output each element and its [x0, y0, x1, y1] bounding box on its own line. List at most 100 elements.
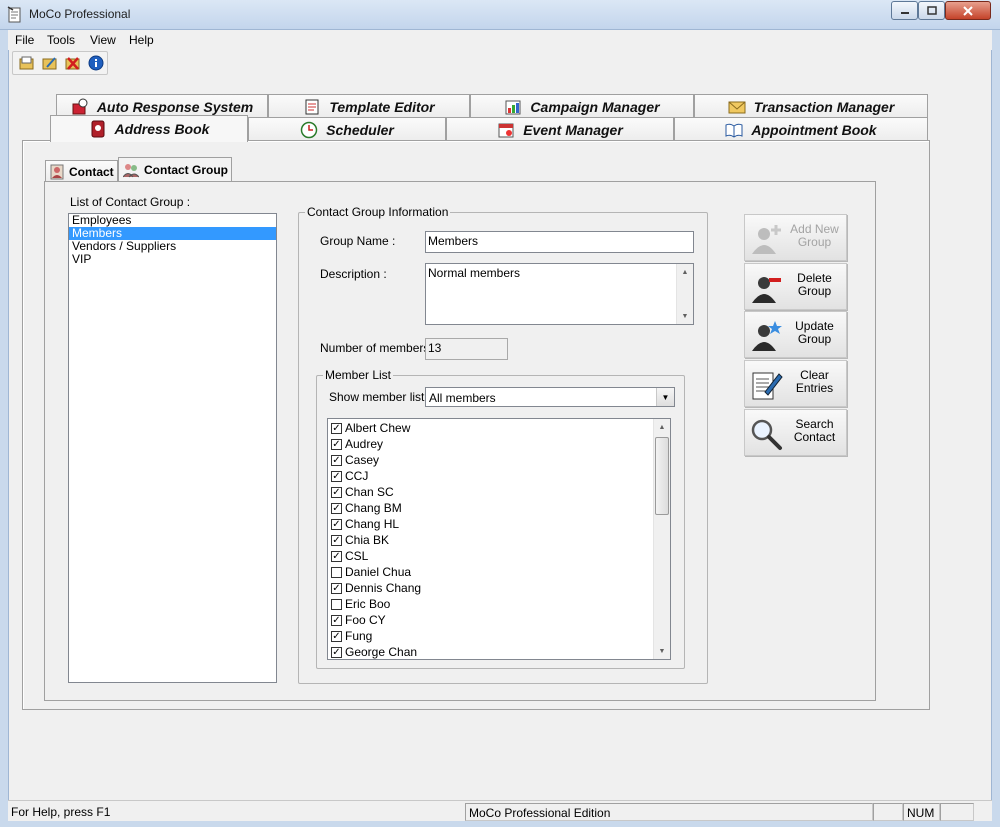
search-contact-button[interactable]: Search Contact: [744, 409, 847, 456]
member-item[interactable]: ✓ Chang HL: [331, 516, 399, 532]
tab-address-book[interactable]: Address Book: [50, 115, 248, 142]
member-checklist[interactable]: ✓ Albert Chew ✓ Audrey ✓ Casey ✓ CCJ ✓ Chan SC ✓ Ch…: [327, 418, 671, 660]
tab-campaign-manager[interactable]: Campaign Manager: [470, 94, 694, 118]
member-item[interactable]: ✓ Casey: [331, 452, 379, 468]
member-item[interactable]: ✓ Audrey: [331, 436, 383, 452]
tab-label: Appointment Book: [751, 121, 877, 138]
checked-checkbox[interactable]: ✓: [331, 630, 342, 642]
checked-checkbox[interactable]: ✓: [331, 454, 342, 466]
group-name-label: Group Name :: [320, 234, 396, 248]
group-list-label: List of Contact Group :: [70, 195, 191, 209]
add-group-line2: Group: [797, 235, 832, 249]
chevron-down-icon[interactable]: ▼: [656, 388, 674, 406]
member-item[interactable]: ✓ Chan SC: [331, 484, 394, 500]
menu-file[interactable]: File: [15, 33, 34, 47]
close-button[interactable]: [945, 1, 991, 20]
checked-checkbox[interactable]: ✓: [331, 502, 342, 514]
member-item[interactable]: ✓ CCJ: [331, 468, 368, 484]
scroll-up-icon[interactable]: ▲: [677, 264, 693, 280]
edit-icon[interactable]: [41, 55, 59, 71]
scroll-up-icon[interactable]: ▲: [654, 419, 670, 435]
checked-checkbox[interactable]: ✓: [331, 486, 342, 498]
add-group-button[interactable]: Add New Group: [744, 214, 847, 261]
checked-checkbox[interactable]: ✓: [331, 470, 342, 482]
contact-icon: [50, 164, 64, 179]
status-pane-empty: [873, 803, 903, 821]
member-item[interactable]: ✓ Chia BK: [331, 532, 389, 548]
member-name: Chang BM: [345, 501, 402, 515]
clear-entries-button[interactable]: Clear Entries: [744, 360, 847, 407]
description-text: Normal members: [428, 266, 521, 280]
tab-template-editor[interactable]: Template Editor: [268, 94, 470, 118]
member-name: Daniel Chua: [345, 565, 412, 579]
delete-icon[interactable]: [64, 55, 82, 71]
delete-group-button[interactable]: Delete Group: [744, 263, 847, 310]
menu-bar: File Tools View Help: [8, 30, 992, 50]
member-item[interactable]: Eric Boo: [331, 596, 390, 612]
member-name: CCJ: [345, 469, 369, 483]
envelope-icon: [728, 101, 746, 113]
status-pane-empty: [940, 803, 974, 821]
show-member-label: Show member list :: [329, 390, 432, 404]
member-item[interactable]: ✓ Albert Chew: [331, 420, 410, 436]
tab-transaction-manager[interactable]: Transaction Manager: [694, 94, 928, 118]
unchecked-checkbox[interactable]: [331, 566, 342, 578]
tab-label: Event Manager: [523, 121, 623, 138]
description-label: Description :: [320, 267, 387, 281]
list-item[interactable]: Vendors / Suppliers: [69, 240, 276, 253]
title-bar: MoCo Professional: [0, 0, 1000, 30]
status-help-text: For Help, press F1: [11, 805, 111, 819]
list-item[interactable]: VIP: [69, 253, 276, 266]
clear-entries-line2: Entries: [795, 381, 834, 395]
tab-contact-group[interactable]: Contact Group: [118, 157, 232, 181]
template-icon: [305, 99, 319, 114]
tab-contact[interactable]: Contact: [45, 160, 118, 182]
menu-help[interactable]: Help: [129, 33, 154, 47]
scroll-down-icon[interactable]: ▼: [677, 308, 693, 324]
group-listbox[interactable]: Employees Members Vendors / Suppliers VI…: [68, 213, 277, 683]
tab-appointment-book[interactable]: Appointment Book: [674, 117, 928, 141]
member-name: Foo CY: [345, 613, 386, 627]
member-item[interactable]: ✓ George Chan: [331, 644, 418, 659]
menu-tools[interactable]: Tools: [47, 33, 75, 47]
open-icon[interactable]: [18, 55, 36, 71]
checked-checkbox[interactable]: ✓: [331, 646, 342, 658]
update-user-icon: [752, 321, 782, 351]
member-item[interactable]: ✓ Dennis Chang: [331, 580, 421, 596]
checked-checkbox[interactable]: ✓: [331, 534, 342, 546]
tab-label: Auto Response System: [96, 98, 254, 115]
member-item[interactable]: ✓ Foo CY: [331, 612, 386, 628]
member-filter-select[interactable]: All members ▼: [425, 387, 675, 407]
checked-checkbox[interactable]: ✓: [331, 582, 342, 594]
update-group-button[interactable]: Update Group: [744, 311, 847, 358]
tab-label: Campaign Manager: [530, 98, 660, 115]
tab-scheduler[interactable]: Scheduler: [248, 117, 446, 141]
update-group-line2: Group: [797, 332, 832, 346]
member-item[interactable]: Daniel Chua: [331, 564, 411, 580]
group-name-field[interactable]: Members: [425, 231, 694, 253]
checked-checkbox[interactable]: ✓: [331, 550, 342, 562]
unchecked-checkbox[interactable]: [331, 598, 342, 610]
member-item[interactable]: ✓ Fung: [331, 628, 372, 644]
minimize-button[interactable]: [891, 1, 918, 20]
tab-event-manager[interactable]: Event Manager: [446, 117, 674, 141]
checked-checkbox[interactable]: ✓: [331, 422, 342, 434]
member-name: Chan SC: [345, 485, 394, 499]
minimize-icon: [900, 11, 909, 14]
checked-checkbox[interactable]: ✓: [331, 614, 342, 626]
checked-checkbox[interactable]: ✓: [331, 438, 342, 450]
address-book-icon: [91, 120, 105, 138]
scroll-down-icon[interactable]: ▼: [654, 643, 670, 659]
checked-checkbox[interactable]: ✓: [331, 518, 342, 530]
member-count-label: Number of members :: [320, 341, 437, 355]
member-item[interactable]: ✓ Chang BM: [331, 500, 402, 516]
scroll-thumb[interactable]: [655, 437, 669, 515]
menu-view[interactable]: View: [90, 33, 116, 47]
member-scrollbar[interactable]: ▲ ▼: [653, 419, 670, 659]
description-scrollbar[interactable]: ▲ ▼: [676, 264, 693, 324]
maximize-button[interactable]: [918, 1, 945, 20]
member-item[interactable]: ✓ CSL: [331, 548, 368, 564]
info-icon[interactable]: [87, 55, 105, 71]
description-field[interactable]: Normal members ▲ ▼: [425, 263, 694, 325]
member-name: George Chan: [345, 645, 418, 659]
